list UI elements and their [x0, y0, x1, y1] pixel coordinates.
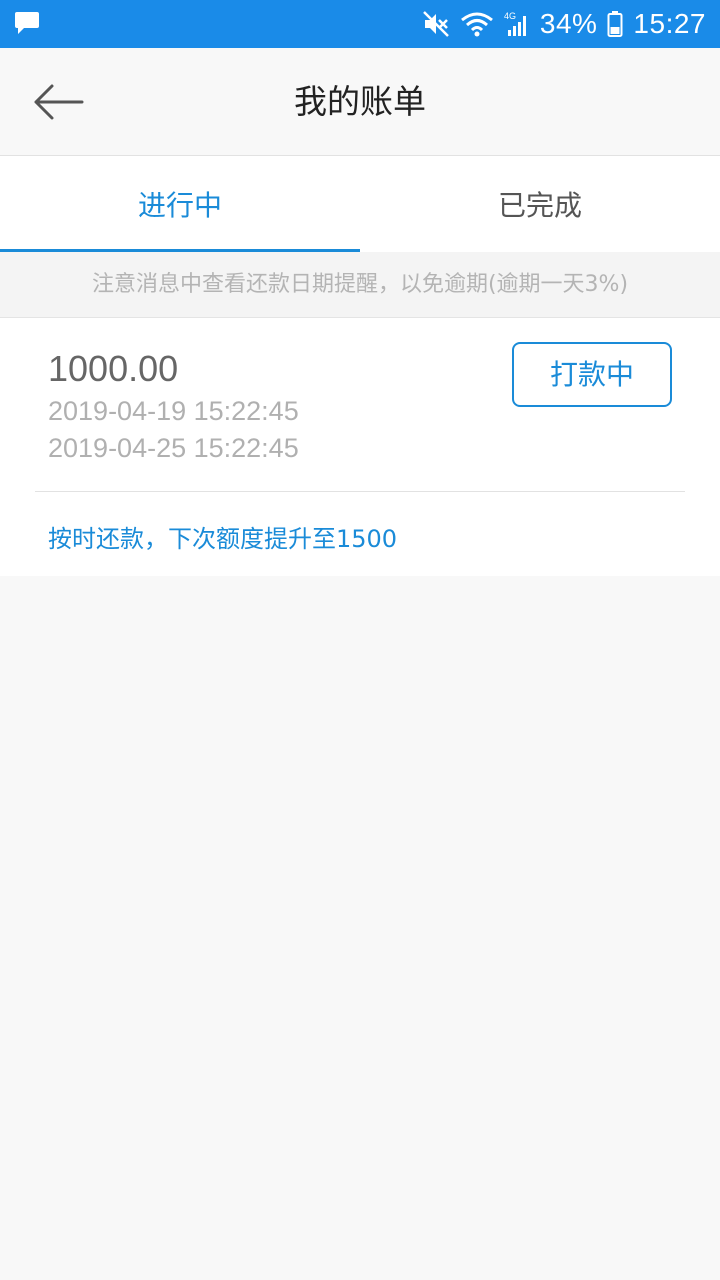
repay-tip: 按时还款，下次额度提升至1500: [48, 525, 398, 553]
tab-in-progress[interactable]: 进行中: [0, 156, 360, 252]
tab-completed[interactable]: 已完成: [360, 156, 720, 252]
status-icons: 4G 34% 15:27: [422, 0, 706, 48]
card-divider: [35, 491, 685, 492]
payment-status-button[interactable]: 打款中: [512, 342, 672, 407]
bill-start-date: 2019-04-19 15:22:45: [48, 396, 299, 426]
page-title: 我的账单: [294, 82, 426, 121]
clock: 15:27: [633, 8, 706, 39]
tab-bar: 进行中 已完成: [0, 156, 720, 252]
overdue-notice: 注意消息中查看还款日期提醒，以免逾期(逾期一天3%): [0, 252, 720, 318]
arrow-left-icon: [34, 84, 84, 120]
svg-text:4G: 4G: [504, 11, 516, 21]
battery-percent: 34%: [539, 8, 598, 39]
bill-amount: 1000.00: [48, 348, 179, 389]
chat-bubble-icon: [14, 10, 40, 36]
app-header: 我的账单: [0, 48, 720, 156]
status-bar: 4G 34% 15:27: [0, 0, 720, 48]
mute-icon: [422, 10, 450, 38]
back-button[interactable]: [26, 78, 90, 126]
battery-icon: [607, 10, 623, 38]
wifi-icon: [460, 10, 494, 38]
bill-card[interactable]: 1000.00 2019-04-19 15:22:45 2019-04-25 1…: [0, 318, 720, 576]
signal-4g-icon: 4G: [504, 10, 530, 38]
bill-due-date: 2019-04-25 15:22:45: [48, 433, 299, 463]
